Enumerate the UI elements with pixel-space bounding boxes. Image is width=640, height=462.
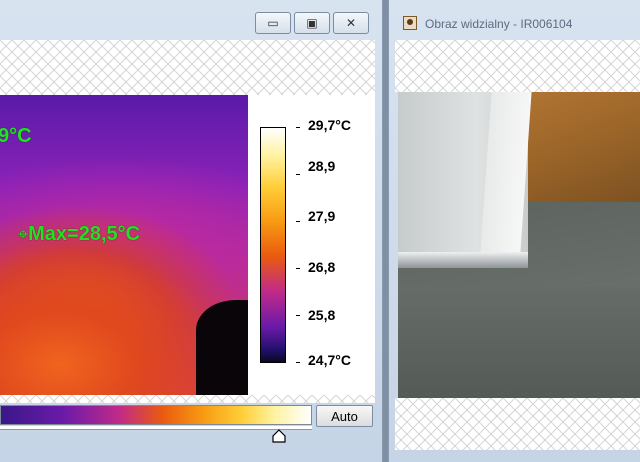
scale-tick bbox=[296, 268, 300, 269]
scale-tick bbox=[296, 174, 300, 175]
auto-button[interactable]: Auto bbox=[316, 405, 373, 427]
minimize-button[interactable]: ▭ bbox=[255, 12, 291, 34]
close-icon: ✕ bbox=[345, 16, 357, 30]
palette-bar[interactable] bbox=[0, 405, 312, 425]
max-temperature-label: ⌖Max=28,5°C bbox=[18, 223, 140, 246]
slider-handle-icon[interactable] bbox=[272, 429, 286, 443]
cold-object-region bbox=[196, 300, 248, 395]
scale-label: 25,8 bbox=[308, 307, 336, 323]
thermal-image[interactable]: 9°C ⌖Max=28,5°C bbox=[0, 95, 248, 395]
scale-label: 26,8 bbox=[308, 259, 336, 275]
photo-wood-floor bbox=[528, 92, 640, 202]
spot-temperature-label: 9°C bbox=[0, 125, 32, 147]
close-button[interactable]: ✕ bbox=[333, 12, 369, 34]
window-title: Obraz widzialny - IR006104 bbox=[425, 17, 573, 31]
scale-tick bbox=[296, 362, 300, 363]
scale-label: 28,9 bbox=[308, 158, 336, 174]
scale-tick bbox=[296, 127, 300, 128]
photo-door-gap bbox=[398, 252, 528, 268]
minimize-icon: ▭ bbox=[267, 16, 279, 30]
canvas-background bbox=[0, 40, 375, 95]
scale-label-min: 24,7°C bbox=[308, 352, 351, 368]
maximize-button[interactable]: ▣ bbox=[294, 12, 330, 34]
photo-floor bbox=[398, 287, 640, 398]
color-scale-bar bbox=[260, 127, 286, 363]
scale-label: 27,9 bbox=[308, 208, 336, 224]
crosshair-icon: ⌖ bbox=[18, 224, 29, 244]
canvas-background bbox=[395, 40, 640, 92]
thermal-window: ▭ ▣ ✕ 9°C ⌖Max=28,5°C 29,7°C 28,9 27,9 2… bbox=[0, 0, 383, 462]
canvas-background bbox=[395, 398, 640, 450]
canvas-background bbox=[0, 395, 375, 403]
camera-icon bbox=[403, 16, 417, 30]
scale-tick bbox=[296, 315, 300, 316]
visible-photo bbox=[398, 92, 640, 398]
scale-tick bbox=[296, 221, 300, 222]
maximize-icon: ▣ bbox=[306, 16, 318, 30]
scale-label-max: 29,7°C bbox=[308, 117, 351, 133]
max-temperature-text: Max=28,5°C bbox=[28, 223, 141, 245]
palette-slider-track[interactable] bbox=[0, 426, 312, 430]
